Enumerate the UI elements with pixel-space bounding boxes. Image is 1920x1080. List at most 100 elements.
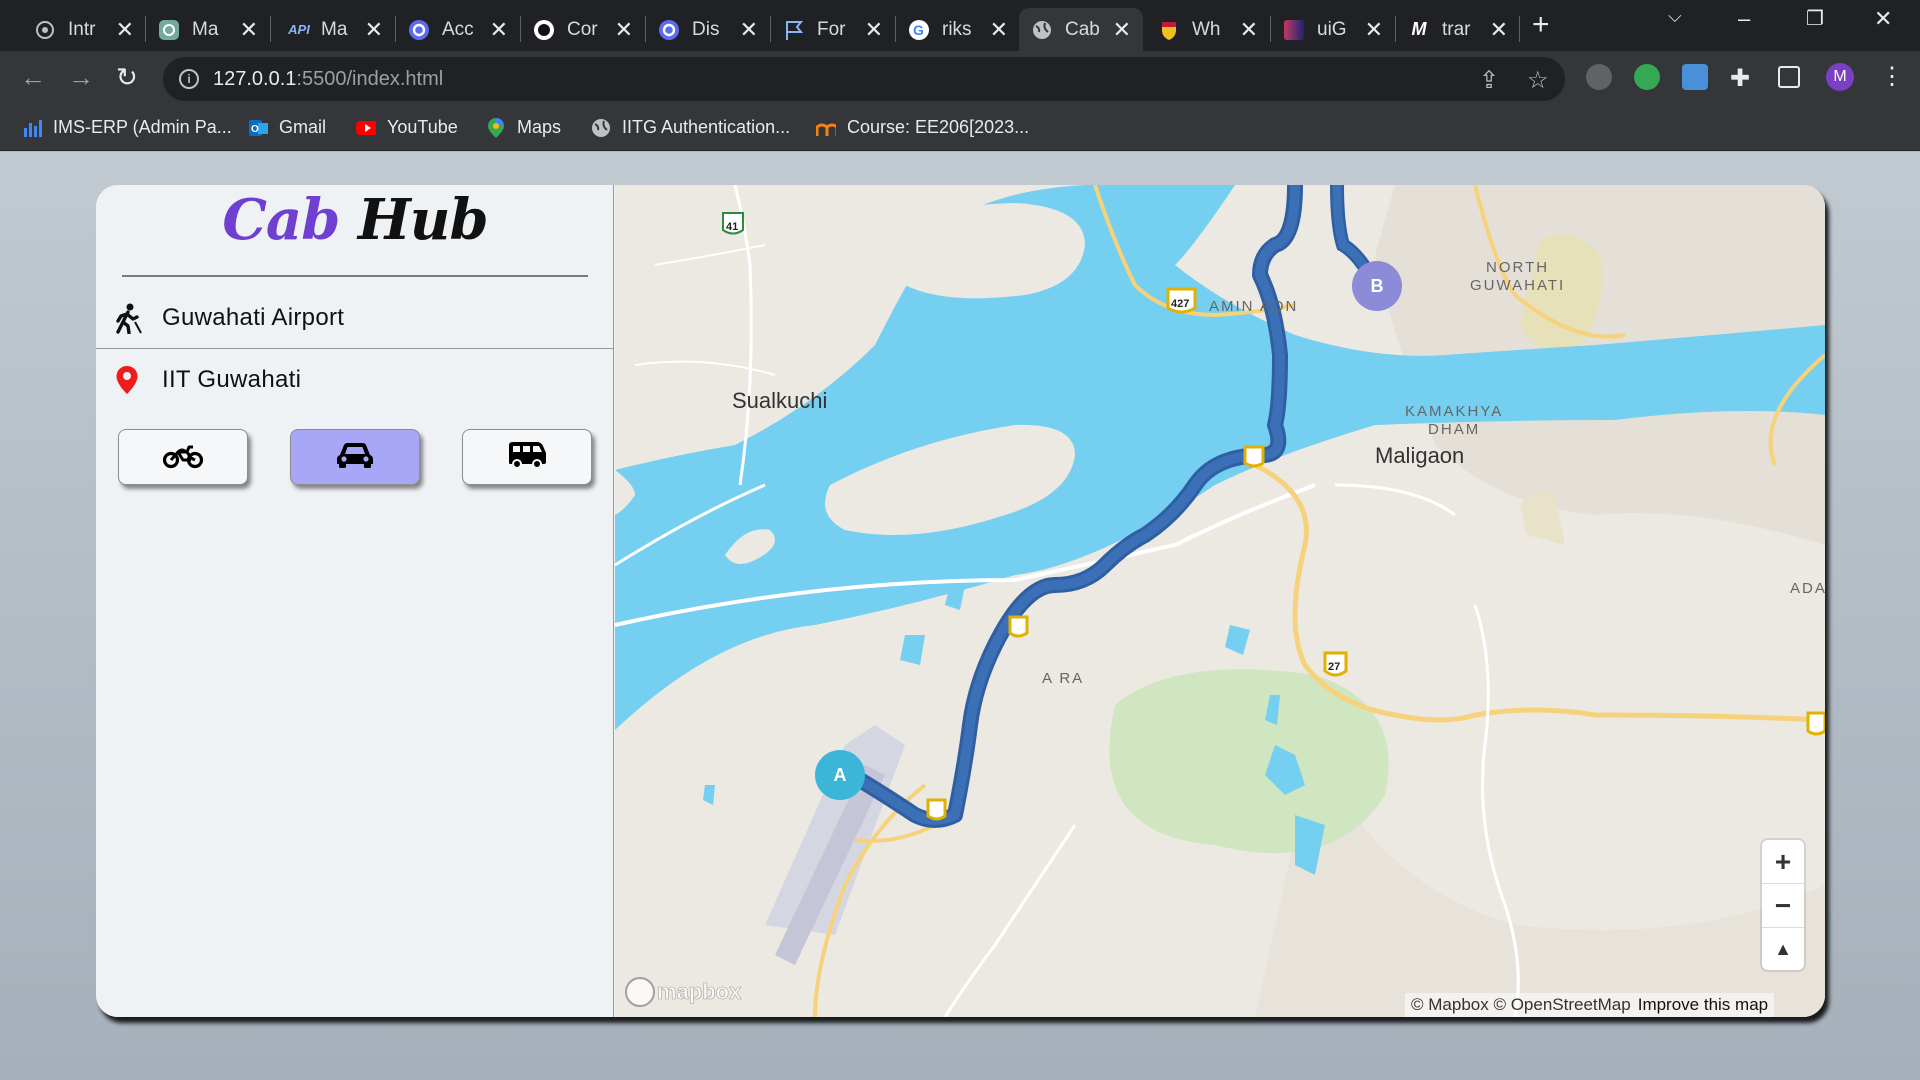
browser-tab[interactable]: Cor ✕ xyxy=(521,8,645,51)
gradient-icon xyxy=(1283,19,1305,41)
browser-tab[interactable]: M trar ✕ xyxy=(1396,8,1520,51)
globe-icon xyxy=(1031,19,1053,41)
new-tab-button[interactable]: + xyxy=(1532,8,1550,42)
address-bar[interactable]: i 127.0.0.1:5500/index.html ⇪ ☆ xyxy=(163,57,1565,101)
tab-label: trar xyxy=(1442,18,1471,40)
map-label-town: Sualkuchi xyxy=(732,388,828,413)
browser-toolbar: ← → ↻ i 127.0.0.1:5500/index.html ⇪ ☆ ✚ … xyxy=(0,51,1920,107)
compass-reset-button[interactable]: ▲ xyxy=(1762,928,1804,971)
close-icon[interactable]: ✕ xyxy=(365,17,383,43)
close-icon[interactable]: ✕ xyxy=(1490,17,1508,43)
close-icon[interactable]: ✕ xyxy=(865,17,883,43)
app-card: Cab Hub Guwahati Airport IIT Guwahati 41… xyxy=(96,185,1825,1017)
browser-tab[interactable]: Wh ✕ xyxy=(1146,8,1270,51)
back-button[interactable]: ← xyxy=(20,62,46,93)
attribution-text[interactable]: © Mapbox © OpenStreetMap xyxy=(1411,995,1631,1015)
close-icon[interactable]: ✕ xyxy=(740,17,758,43)
url-text: 127.0.0.1:5500/index.html xyxy=(213,67,444,90)
bar-chart-icon xyxy=(22,118,42,138)
destination-marker-b[interactable]: B xyxy=(1352,261,1402,311)
improve-map-link[interactable]: Improve this map xyxy=(1638,995,1768,1015)
bookmark-item[interactable]: Course: EE206[2023... xyxy=(816,117,1029,138)
map-label-town: Maligaon xyxy=(1375,443,1465,468)
svg-text:G: G xyxy=(913,22,924,38)
car-option-button[interactable] xyxy=(290,429,420,485)
bookmark-item[interactable]: O Gmail xyxy=(248,117,326,138)
zoom-out-button[interactable]: − xyxy=(1762,884,1804,927)
minimize-button[interactable]: – xyxy=(1738,6,1750,32)
close-icon[interactable]: ✕ xyxy=(615,17,633,43)
shield-label: 27 xyxy=(1328,661,1340,673)
highway-shield-icon: 41 xyxy=(722,212,744,235)
destination-field[interactable]: IIT Guwahati xyxy=(96,349,614,411)
browser-tab[interactable]: G riks ✕ xyxy=(896,8,1020,51)
zoom-in-button[interactable]: + xyxy=(1762,840,1804,883)
bookmark-item[interactable]: Maps xyxy=(486,117,561,138)
logo-divider xyxy=(122,275,588,277)
menu-icon[interactable]: ⋮ xyxy=(1880,62,1904,91)
extension-plus-icon[interactable] xyxy=(1634,64,1660,90)
mapbox-logo[interactable]: mapbox xyxy=(625,977,742,1007)
maps-pin-icon xyxy=(486,117,506,138)
close-icon[interactable]: ✕ xyxy=(1113,17,1131,43)
circle-app-icon xyxy=(658,19,680,41)
close-window-button[interactable]: ✕ xyxy=(1874,6,1892,32)
route-map[interactable]: 41 427 27 Sualkuchi Maligaon AMIN AON NO… xyxy=(615,185,1825,1017)
bookmark-item[interactable]: IMS-ERP (Admin Pa... xyxy=(22,117,232,138)
reload-button[interactable]: ↻ xyxy=(116,62,138,93)
browser-tab[interactable]: API Ma ✕ xyxy=(271,8,395,51)
youtube-icon xyxy=(356,118,376,138)
browser-tab[interactable]: For ✕ xyxy=(771,8,895,51)
close-icon[interactable]: ✕ xyxy=(490,17,508,43)
chatgpt-icon xyxy=(158,19,180,41)
close-icon[interactable]: ✕ xyxy=(240,17,258,43)
car-icon xyxy=(335,440,375,475)
globe-icon xyxy=(591,118,611,138)
share-icon[interactable]: ⇪ xyxy=(1479,66,1499,95)
close-icon[interactable]: ✕ xyxy=(1365,17,1383,43)
close-icon[interactable]: ✕ xyxy=(990,17,1008,43)
browser-tab[interactable]: uiG ✕ xyxy=(1271,8,1395,51)
origin-marker-a[interactable]: A xyxy=(815,750,865,800)
site-info-icon[interactable]: i xyxy=(179,69,199,89)
avatar[interactable]: M xyxy=(1826,63,1854,91)
shield-icon xyxy=(1158,19,1180,41)
tab-label: Ma xyxy=(192,18,219,40)
restore-button[interactable]: ❐ xyxy=(1806,6,1824,31)
bike-option-button[interactable] xyxy=(118,429,248,485)
extension-snowflake-icon[interactable] xyxy=(1682,64,1708,90)
forward-button[interactable]: → xyxy=(68,62,94,93)
map-label-area: NORTH GUWAHATI xyxy=(1470,259,1566,294)
bookmark-star-icon[interactable]: ☆ xyxy=(1527,66,1549,95)
tab-label: Intr xyxy=(68,18,96,40)
tab-label: Wh xyxy=(1192,18,1221,40)
mapbox-icon xyxy=(625,977,655,1007)
close-icon[interactable]: ✕ xyxy=(116,17,134,43)
m-icon: M xyxy=(1411,19,1427,39)
tab-label: Dis xyxy=(692,18,720,40)
map-label-area: A RA xyxy=(1042,670,1085,687)
extension-icon[interactable] xyxy=(1586,64,1612,90)
browser-tab[interactable]: Acc ✕ xyxy=(396,8,520,51)
bookmark-item[interactable]: IITG Authentication... xyxy=(591,117,790,138)
browser-tab[interactable]: Dis ✕ xyxy=(646,8,770,51)
bookmark-item[interactable]: YouTube xyxy=(356,117,458,138)
side-panel-icon[interactable] xyxy=(1778,66,1800,88)
flag-icon xyxy=(783,19,805,41)
svg-text:O: O xyxy=(251,124,259,135)
close-icon[interactable]: ✕ xyxy=(1240,17,1258,43)
map-attribution: © Mapbox © OpenStreetMap Improve this ma… xyxy=(1405,993,1775,1017)
motorcycle-icon xyxy=(162,441,204,474)
van-option-button[interactable] xyxy=(462,429,592,485)
tab-label: riks xyxy=(942,18,972,40)
tab-label: Cor xyxy=(567,18,598,40)
outlook-icon: O xyxy=(248,118,268,138)
tab-search-icon[interactable]: ⌵ xyxy=(1668,6,1682,27)
highway-shield-icon: 427 xyxy=(1166,287,1197,314)
puzzle-icon[interactable]: ✚ xyxy=(1730,64,1750,93)
pickup-field[interactable]: Guwahati Airport xyxy=(96,287,614,349)
browser-tab-active[interactable]: Cab ✕ xyxy=(1019,8,1143,51)
browser-tab[interactable]: Intr ✕ xyxy=(22,8,146,51)
browser-tab[interactable]: Ma ✕ xyxy=(146,8,270,51)
pickup-location: Guwahati Airport xyxy=(162,304,345,331)
